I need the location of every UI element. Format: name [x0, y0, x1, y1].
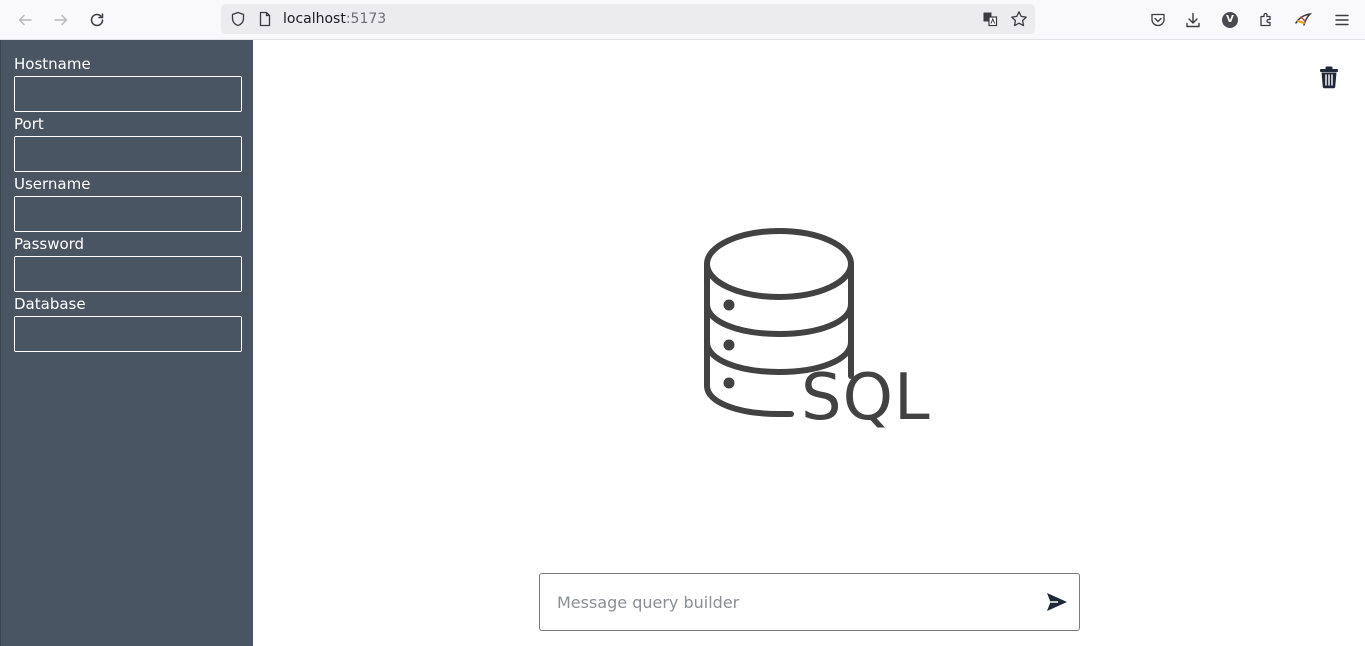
message-box [539, 573, 1080, 631]
url-text: localhost:5173 [283, 11, 386, 27]
hamburger-menu-icon [1335, 14, 1349, 26]
reload-button[interactable] [85, 8, 109, 32]
pocket-button[interactable] [1146, 8, 1170, 32]
send-button[interactable] [1045, 590, 1069, 614]
puzzle-icon [1260, 12, 1271, 27]
username-label: Username [14, 175, 91, 193]
hostname-input[interactable] [14, 76, 242, 112]
send-icon [1047, 593, 1067, 611]
message-input[interactable] [541, 575, 1031, 629]
chat-main: SQL [253, 40, 1365, 646]
sql-database-logo: SQL [699, 224, 930, 446]
menu-button[interactable] [1330, 8, 1354, 32]
password-label: Password [14, 235, 85, 253]
sql-logo-text: SQL [801, 361, 931, 435]
shield-icon [231, 11, 245, 27]
arrow-left-icon [18, 14, 32, 26]
reload-icon [90, 13, 104, 27]
url-port: :5173 [345, 11, 387, 27]
port-input[interactable] [14, 136, 242, 172]
page-icon [259, 11, 271, 27]
url-host: localhost [283, 11, 346, 27]
hostname-label: Hostname [14, 55, 91, 73]
database-input[interactable] [14, 316, 242, 352]
account-button[interactable]: V [1218, 8, 1242, 32]
arrow-right-icon [54, 14, 68, 26]
trash-icon [1320, 66, 1338, 89]
download-icon [1186, 12, 1200, 28]
browser-toolbar: localhost:5173 V [0, 0, 1365, 40]
back-button[interactable] [13, 8, 37, 32]
bookmark-star-icon[interactable] [1010, 10, 1028, 28]
profile-initial: V [1226, 14, 1234, 25]
downloads-button[interactable] [1181, 8, 1205, 32]
username-input[interactable] [14, 196, 242, 232]
extension-button[interactable] [1291, 8, 1315, 32]
extensions-button[interactable] [1254, 8, 1278, 32]
extension-icon [1295, 12, 1312, 26]
connection-sidebar: Hostname Port Username Password Database [0, 40, 253, 646]
url-bar[interactable]: localhost:5173 [221, 4, 1035, 34]
password-input[interactable] [14, 256, 242, 292]
port-label: Port [14, 115, 44, 133]
translate-icon[interactable] [982, 11, 998, 27]
forward-button[interactable] [49, 8, 73, 32]
database-label: Database [14, 295, 86, 313]
clear-chat-button[interactable] [1316, 64, 1342, 90]
pocket-icon [1151, 13, 1165, 27]
